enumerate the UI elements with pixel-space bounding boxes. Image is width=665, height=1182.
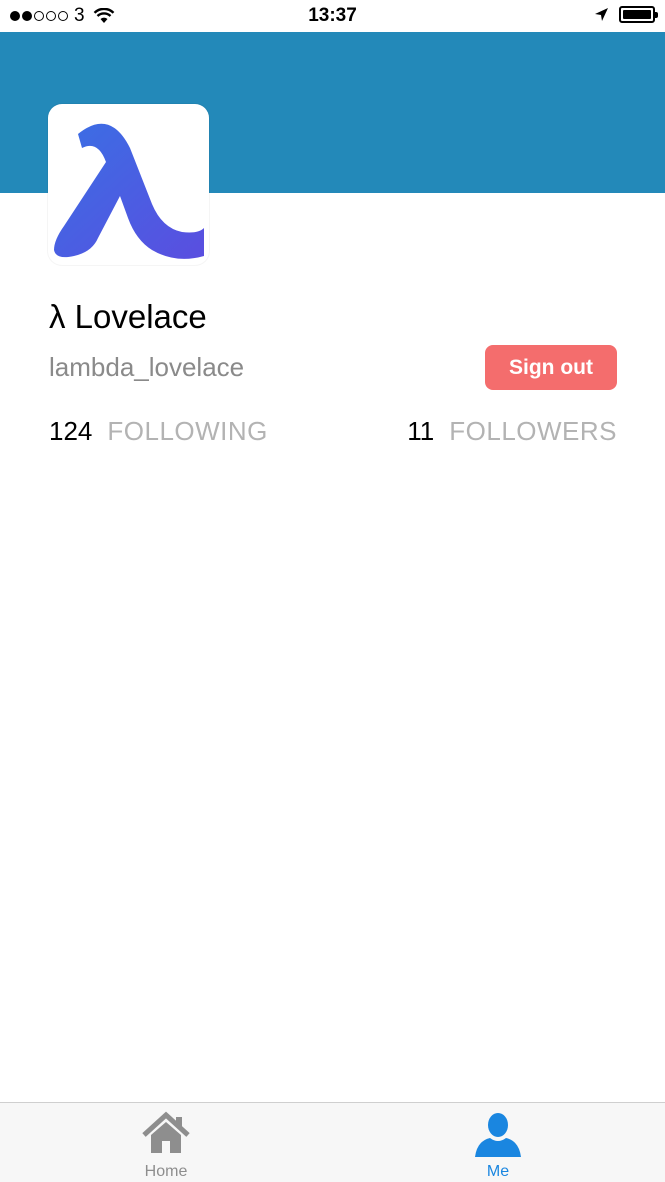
followers-label: FOLLOWERS bbox=[449, 416, 617, 446]
person-icon bbox=[475, 1113, 521, 1157]
status-bar: 3 13:37 bbox=[0, 0, 665, 32]
location-arrow-icon bbox=[595, 8, 608, 21]
status-time: 13:37 bbox=[308, 5, 357, 26]
followers-count: 11 bbox=[407, 416, 435, 446]
following-label: FOLLOWING bbox=[107, 416, 268, 446]
battery-icon bbox=[619, 6, 658, 23]
tab-home-label: Home bbox=[144, 1163, 188, 1180]
status-right bbox=[594, 6, 658, 23]
home-icon bbox=[142, 1111, 190, 1153]
tab-me[interactable]: Me bbox=[418, 1103, 578, 1182]
following-stat[interactable]: 124 FOLLOWING bbox=[49, 416, 268, 447]
display-name: λ Lovelace bbox=[49, 298, 207, 335]
username: lambda_lovelace bbox=[49, 352, 245, 382]
lambda-logo-icon bbox=[54, 123, 204, 259]
sign-out-button[interactable]: Sign out bbox=[485, 345, 617, 390]
following-count: 124 bbox=[49, 416, 93, 446]
tab-home[interactable]: Home bbox=[86, 1103, 246, 1182]
followers-stat[interactable]: 11 FOLLOWERS bbox=[407, 416, 617, 447]
avatar[interactable] bbox=[48, 104, 209, 265]
tab-bar: Home Me bbox=[0, 1102, 665, 1182]
tab-me-label: Me bbox=[486, 1163, 510, 1180]
